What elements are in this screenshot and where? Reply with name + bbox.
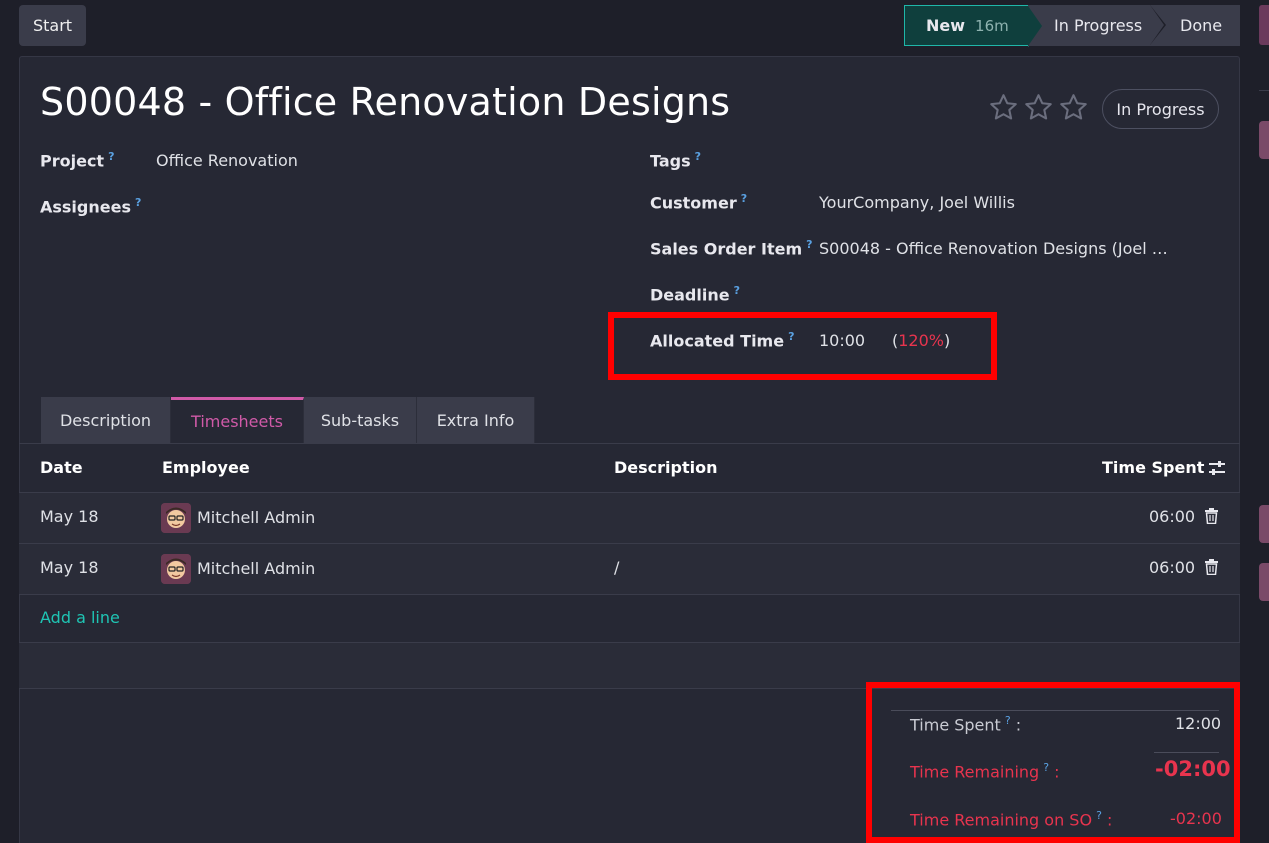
project-label: Project? bbox=[40, 150, 115, 171]
row-divider bbox=[19, 594, 1240, 595]
user-avatar-icon bbox=[161, 503, 191, 533]
star-icon[interactable] bbox=[988, 92, 1019, 123]
tab-description[interactable]: Description bbox=[41, 397, 171, 443]
row-date: May 18 bbox=[40, 507, 99, 526]
chatter-avatar bbox=[1259, 563, 1269, 601]
assignees-label: Assignees? bbox=[40, 196, 142, 217]
row-employee[interactable]: Mitchell Admin bbox=[197, 559, 315, 578]
chatter-avatar bbox=[1259, 505, 1269, 543]
stage-done-label: Done bbox=[1180, 16, 1223, 35]
summary-time-spent-value: 12:00 bbox=[1175, 714, 1222, 733]
task-state-badge[interactable]: In Progress bbox=[1102, 89, 1219, 129]
help-icon[interactable]: ? bbox=[1005, 714, 1011, 727]
star-icon[interactable] bbox=[1023, 92, 1054, 123]
help-icon[interactable]: ? bbox=[734, 284, 740, 297]
customer-field[interactable]: YourCompany, Joel Willis bbox=[819, 193, 1015, 212]
allocated-time-field[interactable]: 10:00 bbox=[819, 331, 865, 350]
customer-label: Customer? bbox=[650, 192, 748, 213]
summary-time-spent-label: Time Spent? : bbox=[910, 714, 1022, 735]
optional-columns-icon[interactable] bbox=[1207, 459, 1227, 477]
sales-order-item-field[interactable]: S00048 - Office Renovation Designs (Joel… bbox=[819, 239, 1168, 258]
allocated-percent: (120%) bbox=[892, 331, 951, 350]
allocated-time-label: Allocated Time? bbox=[650, 330, 795, 351]
user-avatar-icon bbox=[161, 554, 191, 584]
tab-sub-tasks[interactable]: Sub-tasks bbox=[304, 397, 417, 443]
column-header-employee[interactable]: Employee bbox=[162, 458, 250, 477]
stage-new-label: New bbox=[926, 16, 966, 35]
tab-timesheets[interactable]: Timesheets bbox=[171, 397, 304, 443]
summary-time-remaining-value: -02:00 bbox=[1155, 757, 1231, 781]
summary-divider bbox=[1154, 752, 1219, 753]
stage-in-progress[interactable]: In Progress bbox=[1028, 5, 1166, 46]
row-time-spent[interactable]: 06:00 bbox=[1149, 558, 1195, 577]
start-button[interactable]: Start bbox=[19, 5, 86, 46]
help-icon[interactable]: ? bbox=[741, 192, 747, 205]
summary-divider bbox=[891, 710, 1219, 711]
column-header-time-spent[interactable]: Time Spent bbox=[1102, 458, 1204, 477]
row-description[interactable]: / bbox=[614, 558, 619, 577]
avatar bbox=[161, 503, 191, 533]
sales-order-item-label: Sales Order Item? bbox=[650, 238, 813, 259]
priority-stars[interactable] bbox=[988, 92, 1089, 123]
row-date: May 18 bbox=[40, 558, 99, 577]
tab-divider bbox=[19, 443, 1240, 444]
notebook-tabs: Description Timesheets Sub-tasks Extra I… bbox=[41, 397, 535, 443]
help-icon[interactable]: ? bbox=[1043, 761, 1049, 774]
row-time-spent[interactable]: 06:00 bbox=[1149, 507, 1195, 526]
summary-time-remaining-so-label: Time Remaining on SO? : bbox=[910, 809, 1113, 830]
avatar bbox=[161, 554, 191, 584]
chatter-edge bbox=[1259, 5, 1269, 45]
stage-new[interactable]: New 16m bbox=[904, 5, 1044, 47]
help-icon[interactable]: ? bbox=[788, 330, 794, 343]
stage-in-progress-label: In Progress bbox=[1054, 16, 1143, 35]
project-field[interactable]: Office Renovation bbox=[156, 151, 298, 170]
chatter-avatar bbox=[1259, 121, 1269, 159]
task-title[interactable]: S00048 - Office Renovation Designs bbox=[40, 80, 730, 124]
column-header-date[interactable]: Date bbox=[40, 458, 83, 477]
trash-icon[interactable] bbox=[1204, 559, 1219, 575]
summary-time-remaining-so-value: -02:00 bbox=[1170, 809, 1222, 828]
row-employee[interactable]: Mitchell Admin bbox=[197, 508, 315, 527]
tab-extra-info[interactable]: Extra Info bbox=[417, 397, 535, 443]
chatter-divider bbox=[1259, 90, 1269, 91]
help-icon[interactable]: ? bbox=[806, 238, 812, 251]
summary-time-remaining-label: Time Remaining? : bbox=[910, 761, 1060, 782]
star-icon[interactable] bbox=[1058, 92, 1089, 123]
stage-new-duration: 16m bbox=[975, 16, 1009, 35]
add-line-link[interactable]: Add a line bbox=[40, 608, 120, 627]
help-icon[interactable]: ? bbox=[135, 196, 141, 209]
deadline-label: Deadline? bbox=[650, 284, 740, 305]
help-icon[interactable]: ? bbox=[695, 150, 701, 163]
help-icon[interactable]: ? bbox=[108, 150, 114, 163]
column-header-description[interactable]: Description bbox=[614, 458, 717, 477]
trash-icon[interactable] bbox=[1204, 508, 1219, 524]
tags-label: Tags? bbox=[650, 150, 702, 171]
stage-statusbar: New 16m In Progress Done bbox=[904, 5, 1240, 47]
help-icon[interactable]: ? bbox=[1096, 809, 1102, 822]
